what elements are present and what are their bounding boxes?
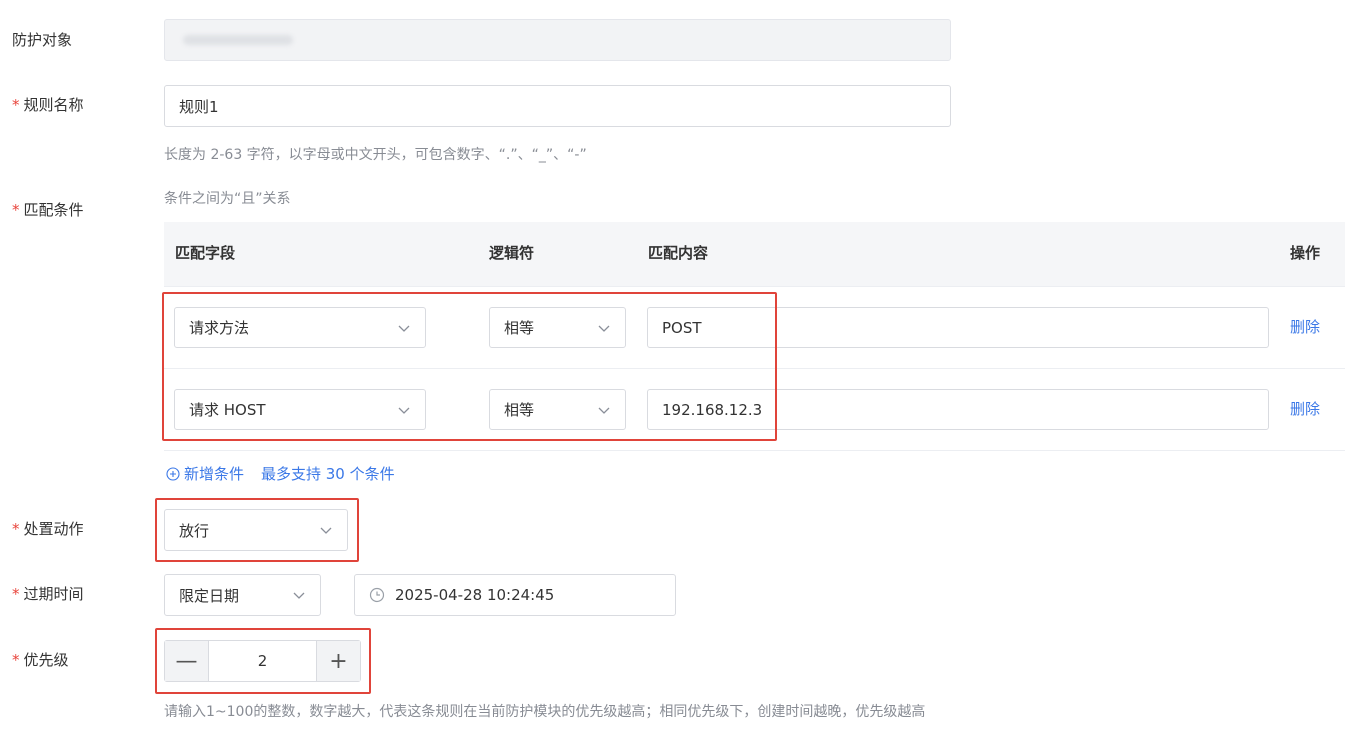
expire-mode-value: 限定日期 [179, 586, 240, 605]
required-star: * [12, 96, 20, 114]
required-star: * [12, 201, 20, 219]
delete-row-link[interactable]: 删除 [1290, 399, 1320, 419]
expire-mode-select[interactable]: 限定日期 [164, 574, 321, 616]
expire-label: * 过期时间 [12, 585, 84, 603]
protect-target-label: 防护对象 [12, 31, 73, 49]
col-action: 操作 [1290, 244, 1321, 262]
row-divider [164, 450, 1345, 451]
priority-label: * 优先级 [12, 651, 69, 669]
protect-target-value [183, 35, 293, 45]
rule-name-value: 规则1 [179, 97, 219, 116]
highlight-box [155, 628, 371, 694]
max-conditions-hint: 最多支持 30 个条件 [261, 465, 395, 483]
add-condition-label: 新增条件 [184, 465, 245, 483]
highlight-box [155, 498, 359, 562]
required-star: * [12, 651, 20, 669]
clock-icon [369, 587, 385, 603]
priority-hint: 请输入1~100的整数，数字越大，代表这条规则在当前防护模块的优先级越高；相同优… [164, 704, 926, 720]
action-label: * 处置动作 [12, 520, 84, 538]
protect-target-field [164, 19, 951, 61]
chevron-down-icon [293, 592, 305, 599]
rule-name-input[interactable]: 规则1 [164, 85, 951, 127]
expire-datetime-value: 2025-04-28 10:24:45 [395, 586, 555, 604]
col-operator: 逻辑符 [489, 244, 535, 262]
add-condition-button[interactable]: 新增条件 [166, 464, 244, 484]
plus-circle-icon [166, 467, 180, 481]
row-divider [164, 286, 1345, 287]
col-match-field: 匹配字段 [175, 244, 236, 262]
match-table-header [164, 222, 1345, 286]
required-star: * [12, 520, 20, 538]
rule-name-hint: 长度为 2-63 字符，以字母或中文开头，可包含数字、“.”、“_”、“-” [164, 147, 587, 163]
match-condition-label: * 匹配条件 [12, 201, 84, 219]
rule-name-label: * 规则名称 [12, 96, 84, 114]
col-match-content: 匹配内容 [648, 244, 709, 262]
expire-datetime-picker[interactable]: 2025-04-28 10:24:45 [354, 574, 676, 616]
match-relation-hint: 条件之间为“且”关系 [164, 191, 291, 207]
required-star: * [12, 585, 20, 603]
delete-row-link[interactable]: 删除 [1290, 317, 1320, 337]
highlight-box [162, 292, 777, 441]
